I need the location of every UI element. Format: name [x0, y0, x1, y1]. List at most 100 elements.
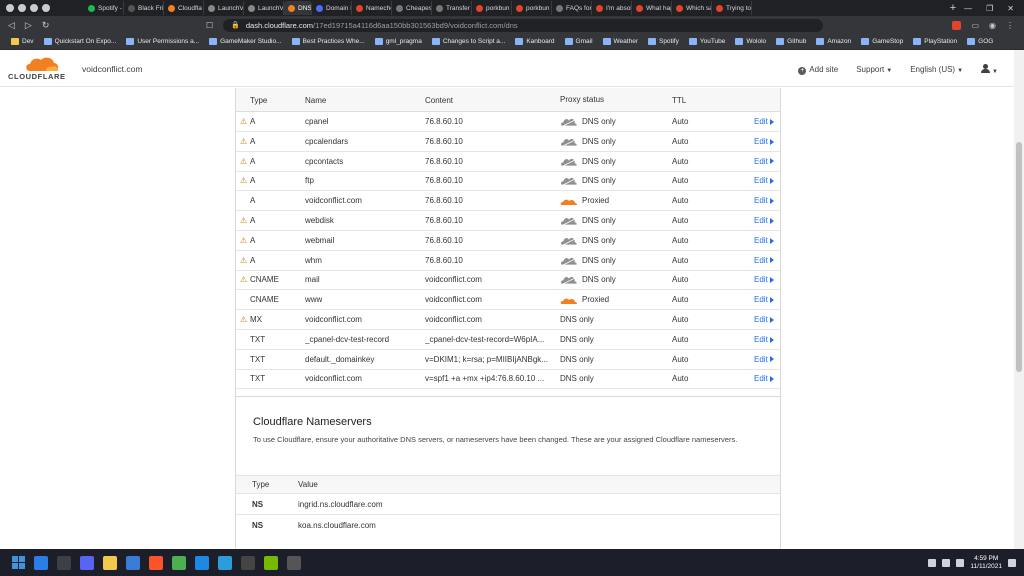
taskbar-app-icon[interactable] — [218, 555, 232, 570]
browser-tab[interactable]: I'm absol — [592, 1, 632, 15]
edit-record-button[interactable]: Edit — [754, 171, 780, 191]
edit-record-button[interactable]: Edit — [754, 310, 780, 330]
extension-icon[interactable] — [952, 20, 962, 30]
bookmark-item[interactable]: gml_pragma — [370, 38, 427, 45]
maximize-icon[interactable]: ❐ — [986, 4, 993, 13]
column-header-name[interactable]: Name — [305, 88, 420, 112]
pinned-tab-icon[interactable] — [30, 4, 38, 12]
network-icon[interactable] — [942, 558, 951, 567]
page-scrollbar[interactable] — [1014, 50, 1024, 549]
new-tab-button[interactable]: + — [942, 2, 964, 14]
edit-record-button[interactable]: Edit — [754, 152, 780, 172]
column-header-type[interactable]: Type — [250, 88, 300, 112]
edit-record-button[interactable]: Edit — [754, 191, 780, 211]
pinned-tab-icon[interactable] — [42, 4, 50, 12]
browser-tab[interactable]: Black Fri — [124, 1, 164, 15]
bookmark-item[interactable]: Quickstart On Expo... — [39, 38, 122, 45]
taskbar-app-icon[interactable] — [103, 555, 117, 570]
edit-record-button[interactable]: Edit — [754, 231, 780, 251]
bookmark-item[interactable]: Weather — [598, 38, 643, 45]
browser-tab[interactable]: Nameche — [352, 1, 392, 15]
close-icon[interactable]: ✕ — [1007, 4, 1014, 13]
taskbar-app-icon[interactable] — [172, 555, 186, 570]
scrollbar-thumb[interactable] — [1016, 142, 1022, 372]
bookmark-item[interactable]: PlayStation — [908, 38, 962, 45]
back-icon[interactable]: ◁ — [8, 20, 15, 31]
bookmark-page-icon[interactable]: ☐ — [206, 21, 213, 30]
cloudflare-logo[interactable]: CLOUDFLARE — [8, 56, 70, 82]
bookmark-item[interactable]: Github — [771, 38, 811, 45]
browser-tab[interactable]: Which sa — [672, 1, 712, 15]
taskbar-app-icon[interactable] — [57, 555, 71, 570]
browser-tab[interactable]: Cloudfla — [164, 1, 204, 15]
column-header-content[interactable]: Content — [425, 88, 556, 112]
browser-tab[interactable]: DNS — [284, 1, 312, 15]
bookmark-item[interactable]: GOG — [962, 38, 998, 45]
edit-record-button[interactable]: Edit — [754, 350, 780, 370]
cast-icon[interactable]: ▭ — [971, 21, 979, 30]
bookmark-item[interactable]: GameMaker Studio... — [204, 38, 286, 45]
browser-tab[interactable]: FAQs for — [552, 1, 592, 15]
bookmark-item[interactable]: GameStop — [856, 38, 908, 45]
taskbar-app-icon[interactable] — [80, 555, 94, 570]
browser-tab[interactable]: LaunchVi — [204, 1, 244, 15]
column-header-proxy-status[interactable]: Proxy status — [560, 88, 670, 112]
bookmark-item[interactable]: Kanboard — [510, 38, 559, 45]
minimize-icon[interactable]: — — [964, 4, 972, 13]
taskbar-app-icon[interactable] — [195, 555, 209, 570]
url-field[interactable]: 🔒 dash.cloudflare.com/17ed19715a4116d6aa… — [223, 18, 824, 32]
taskbar-app-icon[interactable] — [241, 555, 255, 570]
bookmark-item[interactable]: YouTube — [684, 38, 731, 45]
menu-icon[interactable]: ⋮ — [1006, 21, 1014, 30]
browser-tab[interactable]: Cheapest — [392, 1, 432, 15]
browser-tab[interactable]: porkbun — [512, 1, 552, 15]
taskbar-clock[interactable]: 4:59 PM 11/11/2021 — [970, 555, 1002, 571]
notifications-icon[interactable] — [1008, 558, 1016, 567]
pinned-tab-icon[interactable] — [18, 4, 26, 12]
edit-record-button[interactable]: Edit — [754, 211, 780, 231]
pinned-tab-icon[interactable] — [6, 4, 14, 12]
account-menu[interactable]: ▼ — [981, 64, 998, 75]
taskbar-app-icon[interactable] — [149, 555, 163, 570]
support-menu[interactable]: Support ▼ — [856, 65, 892, 74]
edit-record-button[interactable]: Edit — [754, 369, 780, 389]
chevron-up-icon[interactable] — [928, 558, 937, 567]
browser-tab[interactable]: LaunchVi — [244, 1, 284, 15]
edit-record-button[interactable]: Edit — [754, 251, 780, 271]
column-header-ttl[interactable]: TTL — [672, 88, 732, 112]
windows-start-icon[interactable] — [12, 556, 25, 569]
add-site-button[interactable]: + Add site — [798, 65, 838, 75]
bookmark-item[interactable]: Best Practices Whe... — [287, 38, 370, 45]
ns-type: NS — [252, 521, 264, 530]
bookmark-item[interactable]: Changes to Script a... — [427, 38, 511, 45]
browser-tab[interactable]: Trying to — [712, 1, 752, 15]
edit-record-button[interactable]: Edit — [754, 270, 780, 290]
forward-icon[interactable]: ▷ — [25, 20, 32, 31]
browser-tab[interactable]: Transfer — [432, 1, 472, 15]
browser-tab[interactable]: Spotify - — [84, 1, 124, 15]
current-domain[interactable]: voidconflict.com — [82, 64, 142, 74]
profile-icon[interactable]: ◉ — [989, 21, 996, 30]
bookmark-item[interactable]: Wololo — [730, 38, 771, 45]
taskbar-app-icon[interactable] — [287, 555, 301, 570]
bookmark-item[interactable]: User Permissions a... — [121, 38, 204, 45]
browser-tab[interactable]: What hap — [632, 1, 672, 15]
bookmark-favicon-icon — [209, 38, 218, 45]
reload-icon[interactable]: ↻ — [42, 20, 50, 31]
edit-record-button[interactable]: Edit — [754, 132, 780, 152]
bookmark-item[interactable]: Gmail — [560, 38, 598, 45]
bookmark-item[interactable]: Dev — [6, 38, 39, 45]
edit-label: Edit — [754, 196, 768, 206]
edit-record-button[interactable]: Edit — [754, 290, 780, 310]
browser-tab[interactable]: Domain N — [312, 1, 352, 15]
taskbar-app-icon[interactable] — [264, 555, 278, 570]
taskbar-app-icon[interactable] — [126, 555, 140, 570]
edit-record-button[interactable]: Edit — [754, 330, 780, 350]
bookmark-item[interactable]: Spotify — [643, 38, 684, 45]
language-menu[interactable]: English (US) ▼ — [910, 65, 963, 74]
bookmark-item[interactable]: Amazon — [811, 38, 856, 45]
browser-tab[interactable]: porkbun — [472, 1, 512, 15]
taskbar-app-icon[interactable] — [34, 555, 48, 570]
volume-icon[interactable] — [956, 558, 965, 567]
edit-record-button[interactable]: Edit — [754, 112, 780, 132]
